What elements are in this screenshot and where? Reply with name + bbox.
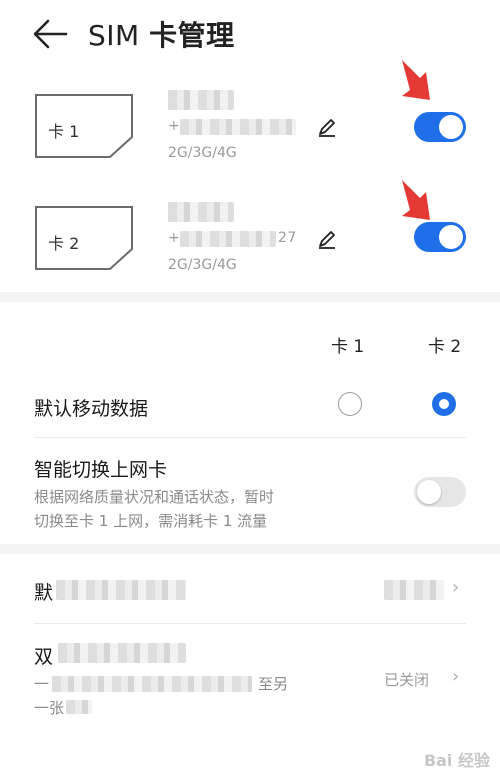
back-arrow-icon[interactable] <box>30 16 70 52</box>
sim-2-toggle[interactable] <box>414 222 466 252</box>
sim-2-name-redacted <box>168 202 234 222</box>
dual-card-desc-start: 一 <box>34 675 50 693</box>
chevron-right-icon: › <box>452 666 460 687</box>
page-title: SIM 卡管理 <box>88 19 235 52</box>
watermark: Bai 经验 <box>423 751 490 770</box>
redacted-text <box>52 676 252 692</box>
redacted-text <box>66 700 92 714</box>
sim-card-2-label: 卡 2 <box>48 234 80 253</box>
column-header-card-2: 卡 2 <box>428 337 462 357</box>
dual-card-desc-tail: 至另 <box>258 675 289 693</box>
annotation-arrow-icon <box>402 60 430 100</box>
default-data-card-2-radio[interactable] <box>432 392 456 416</box>
radio-dot <box>439 399 449 409</box>
default-setting-row-title[interactable]: 默 <box>34 578 53 605</box>
dual-card-status-value: 已关闭 <box>384 671 430 689</box>
sim-2-number-suffix: 27 <box>278 230 297 246</box>
redacted-value <box>384 580 444 600</box>
smart-switch-description-line-2: 切换至卡 1 上网，需消耗卡 1 流量 <box>34 512 268 530</box>
edit-sim-2-icon[interactable] <box>316 228 338 250</box>
chevron-right-icon: › <box>452 577 460 598</box>
dual-card-row-title[interactable]: 双 <box>34 642 53 669</box>
annotation-arrow-icon <box>402 180 430 220</box>
sim-1-toggle[interactable] <box>414 112 466 142</box>
sim-1-number: + <box>168 118 181 134</box>
sim-2-network: 2G/3G/4G <box>168 257 237 273</box>
row-divider <box>34 437 466 438</box>
redacted-text <box>56 580 186 600</box>
section-divider <box>0 292 500 302</box>
section-divider <box>0 544 500 554</box>
column-header-card-1: 卡 1 <box>331 337 365 357</box>
sim-1-number-redacted <box>180 119 296 135</box>
sim-1-name-redacted <box>168 90 234 110</box>
smart-switch-toggle[interactable] <box>414 477 466 507</box>
smart-switch-title: 智能切换上网卡 <box>34 459 168 481</box>
toggle-knob <box>417 480 441 504</box>
edit-sim-1-icon[interactable] <box>316 116 338 138</box>
toggle-knob <box>439 225 463 249</box>
dual-card-desc-line-2: 一张 <box>34 699 65 717</box>
sim-2-number: + <box>168 230 181 246</box>
sim-2-number-redacted <box>180 231 276 247</box>
redacted-text <box>58 643 186 663</box>
row-divider <box>34 623 466 624</box>
sim-1-network: 2G/3G/4G <box>168 145 237 161</box>
smart-switch-description-line-1: 根据网络质量状况和通话状态，暂时 <box>34 488 275 506</box>
toggle-knob <box>439 115 463 139</box>
sim-card-1-label: 卡 1 <box>48 122 80 141</box>
default-data-card-1-radio[interactable] <box>338 392 362 416</box>
default-mobile-data-label: 默认移动数据 <box>34 398 149 420</box>
